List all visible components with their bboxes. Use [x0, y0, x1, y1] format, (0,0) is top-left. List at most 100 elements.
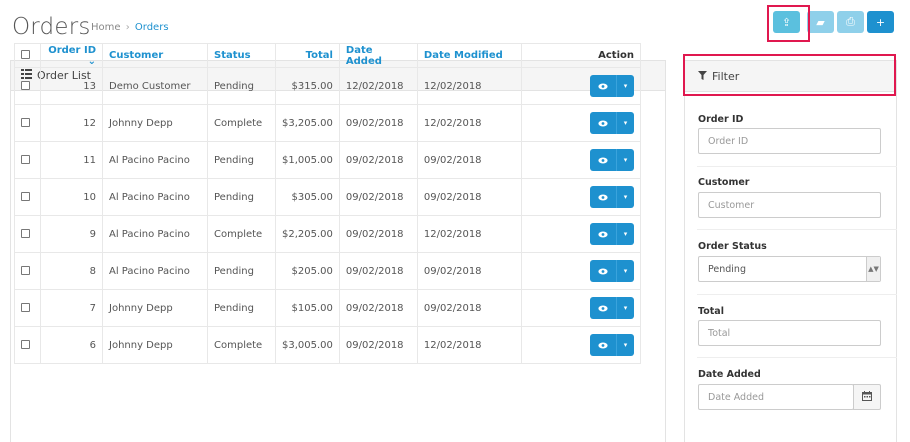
row-select-cell — [14, 141, 41, 179]
view-button[interactable] — [590, 112, 616, 134]
row-checkbox[interactable] — [21, 228, 30, 238]
customer-cell: Johnny Depp — [102, 289, 208, 327]
order-id-cell: 13 — [40, 67, 103, 105]
status-cell: Pending — [207, 289, 276, 327]
customer-cell: Demo Customer — [102, 67, 208, 105]
status-cell: Pending — [207, 252, 276, 290]
row-select-cell — [14, 178, 41, 216]
total-cell: $3,205.00 — [275, 104, 340, 142]
action-cell: ▾ — [520, 67, 642, 105]
calendar-button[interactable] — [853, 384, 881, 410]
date-added-cell: 09/02/2018 — [338, 141, 418, 179]
row-checkbox[interactable] — [21, 302, 30, 312]
view-button[interactable] — [590, 186, 616, 208]
eye-icon — [598, 157, 608, 163]
caret-down-icon: ▾ — [623, 156, 628, 164]
date-modified-cell: 09/02/2018 — [416, 141, 522, 179]
action-dropdown-toggle[interactable]: ▾ — [616, 149, 634, 171]
col-status[interactable]: Status — [207, 43, 276, 68]
col-date-modified[interactable]: Date Modified — [416, 43, 522, 68]
page-title: Orders — [12, 14, 91, 40]
view-button[interactable] — [590, 223, 616, 245]
date-added-cell: 09/02/2018 — [338, 289, 418, 327]
row-checkbox[interactable] — [21, 154, 30, 164]
status-cell: Pending — [207, 178, 276, 216]
view-button[interactable] — [590, 75, 616, 97]
filter-date-added-label: Date Added — [698, 369, 761, 380]
row-checkbox[interactable] — [21, 265, 30, 275]
action-button-group: ▾ — [590, 186, 634, 208]
order-id-cell: 10 — [40, 178, 103, 216]
eye-icon — [598, 231, 608, 237]
customer-cell: Johnny Depp — [102, 104, 208, 142]
date-added-cell: 09/02/2018 — [338, 104, 418, 142]
row-select-cell — [14, 215, 41, 253]
row-checkbox[interactable] — [21, 80, 30, 90]
view-button[interactable] — [590, 334, 616, 356]
print-icon: ⎙ — [846, 15, 855, 28]
order-id-cell: 12 — [40, 104, 103, 142]
filter-total-label: Total — [698, 306, 724, 317]
breadcrumb-separator: › — [125, 22, 130, 33]
date-modified-cell: 09/02/2018 — [416, 178, 522, 216]
action-dropdown-toggle[interactable]: ▾ — [616, 297, 634, 319]
row-select-cell — [14, 289, 41, 327]
filter-order-status-select[interactable]: Pending ▲▼ — [698, 256, 881, 282]
date-modified-cell: 12/02/2018 — [416, 215, 522, 253]
total-cell: $3,005.00 — [275, 326, 340, 364]
eye-icon — [598, 268, 608, 274]
order-id-cell: 6 — [40, 326, 103, 364]
add-order-button[interactable]: + — [867, 11, 894, 33]
order-id-cell: 8 — [40, 252, 103, 290]
caret-down-icon: ▾ — [623, 230, 628, 238]
view-button[interactable] — [590, 149, 616, 171]
action-dropdown-toggle[interactable]: ▾ — [616, 260, 634, 282]
col-total[interactable]: Total — [275, 43, 340, 68]
col-order-id[interactable]: Order ID ⌄ — [40, 43, 103, 68]
caret-down-icon: ▾ — [623, 82, 628, 90]
customer-cell: Al Pacino Pacino — [102, 252, 208, 290]
action-dropdown-toggle[interactable]: ▾ — [616, 223, 634, 245]
filter-customer-input[interactable]: Customer — [698, 192, 881, 218]
ship-button[interactable]: ▰ — [807, 11, 834, 33]
date-added-cell: 09/02/2018 — [338, 215, 418, 253]
action-dropdown-toggle[interactable]: ▾ — [616, 112, 634, 134]
row-select-cell — [14, 104, 41, 142]
customer-cell: Al Pacino Pacino — [102, 215, 208, 253]
table-row: 6 Johnny Depp Complete $3,005.00 09/02/2018 1… — [14, 326, 642, 364]
date-modified-cell: 09/02/2018 — [416, 252, 522, 290]
table-row: 9 Al Pacino Pacino Complete $2,205.00 09/02/… — [14, 215, 642, 253]
row-checkbox[interactable] — [21, 117, 30, 127]
action-dropdown-toggle[interactable]: ▾ — [616, 75, 634, 97]
print-button[interactable]: ⎙ — [837, 11, 864, 33]
filter-date-added-input[interactable]: Date Added — [698, 384, 854, 410]
date-modified-cell: 09/02/2018 — [416, 289, 522, 327]
action-button-group: ▾ — [590, 223, 634, 245]
view-button[interactable] — [590, 297, 616, 319]
filter-order-id-input[interactable]: Order ID — [698, 128, 881, 154]
row-checkbox[interactable] — [21, 339, 30, 349]
order-table: Order ID ⌄ Customer Status Total Date Ad… — [14, 43, 642, 364]
date-added-cell: 09/02/2018 — [338, 326, 418, 364]
caret-down-icon: ▾ — [623, 193, 628, 201]
filter-total-input[interactable]: Total — [698, 320, 881, 346]
table-row: 11 Al Pacino Pacino Pending $1,005.00 09/02/… — [14, 141, 642, 179]
order-id-cell: 11 — [40, 141, 103, 179]
breadcrumb-home[interactable]: Home — [91, 22, 121, 33]
view-button[interactable] — [590, 260, 616, 282]
sort-desc-icon: ⌄ — [87, 55, 96, 67]
order-id-cell: 7 — [40, 289, 103, 327]
status-cell: Complete — [207, 104, 276, 142]
row-checkbox[interactable] — [21, 191, 30, 201]
select-all-checkbox[interactable] — [21, 50, 30, 59]
action-dropdown-toggle[interactable]: ▾ — [616, 334, 634, 356]
date-added-cell: 09/02/2018 — [338, 252, 418, 290]
col-date-added[interactable]: Date Added — [338, 43, 418, 68]
filter-order-id-label: Order ID — [698, 114, 744, 125]
total-cell: $315.00 — [275, 67, 340, 105]
breadcrumb-orders[interactable]: Orders — [135, 22, 169, 33]
action-dropdown-toggle[interactable]: ▾ — [616, 186, 634, 208]
col-customer[interactable]: Customer — [102, 43, 208, 68]
table-row: 7 Johnny Depp Pending $105.00 09/02/2018 09/0… — [14, 289, 642, 327]
total-cell: $205.00 — [275, 252, 340, 290]
